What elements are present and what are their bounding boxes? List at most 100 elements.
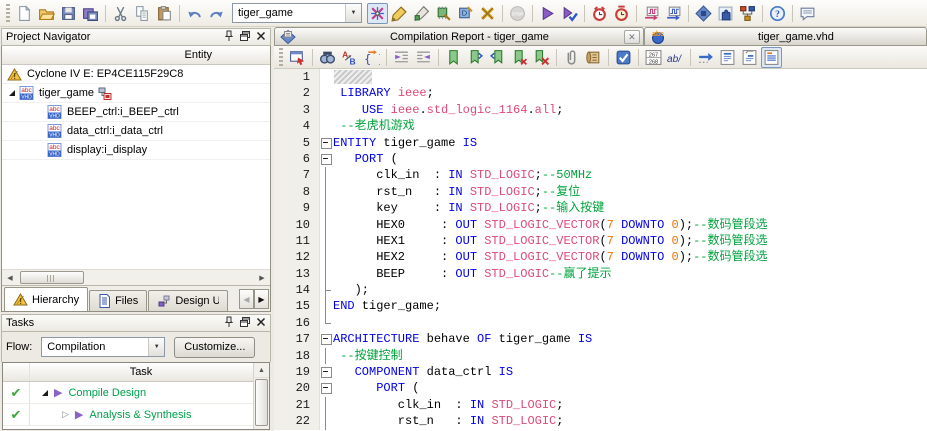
code-line-4[interactable]: 4 --老虎机游戏 (274, 118, 927, 135)
code-line-9[interactable]: 9 key : IN STD_LOGIC;--输入按键 (274, 200, 927, 217)
run-task-icon[interactable]: ▶ (54, 386, 62, 399)
timing-analyzer-button[interactable] (611, 3, 632, 24)
code-line-16[interactable]: 16 (274, 314, 927, 332)
tree-item-display-i-display[interactable]: abc VHD display:i_display (2, 141, 270, 160)
scroll-right-icon[interactable]: ▶ (254, 271, 270, 284)
tree-expander-icon[interactable] (9, 90, 15, 96)
code-editor[interactable]: 12 LIBRARY ieee; 3 USE ieee.std_logic_116… (274, 69, 927, 431)
tab-scroll-left-icon[interactable]: ◀ (239, 289, 254, 309)
navigator-hscrollbar[interactable]: ◀ ▶ (2, 269, 270, 285)
code-line-11[interactable]: 11 HEX1 : OUT STD_LOGIC_VECTOR(7 DOWNTO … (274, 232, 927, 250)
window-manager-button[interactable] (287, 47, 308, 68)
stop-processing-button[interactable]: STOP (507, 3, 528, 24)
bookmark-clear-all-button[interactable] (531, 47, 552, 68)
doc-tab-compilation-report-tiger-game[interactable]: Compilation Report - tiger_game ✕ (274, 27, 644, 46)
assignment-editor-button[interactable] (389, 3, 410, 24)
code-line-1[interactable]: 1 (274, 69, 927, 86)
find-button[interactable] (317, 47, 338, 68)
code-line-7[interactable]: 7 clk_in : IN STD_LOGIC;--50MHz (274, 167, 927, 185)
scroll-left-icon[interactable]: ◀ (2, 271, 18, 284)
code-line-6[interactable]: 6 PORT ( (274, 150, 927, 168)
goto-button[interactable] (695, 47, 716, 68)
pin-button[interactable] (222, 30, 236, 44)
tree-item-cyclone-iv-e-ep4ce115f29c8[interactable]: ! Cyclone IV E: EP4CE115F29C8 (2, 65, 270, 84)
task-row-analysis-synthesis[interactable]: ✔ ▷ ▶ Analysis & Synthesis (3, 404, 269, 426)
code-line-13[interactable]: 13 BEEP : OUT STD_LOGIC--赢了提示 (274, 265, 927, 283)
code-line-3[interactable]: 3 USE ieee.std_logic_1164.all; (274, 101, 927, 119)
task-row-compile-design[interactable]: ✔ ▶ Compile Design (3, 382, 269, 404)
code-fold-toggle-icon[interactable] (320, 364, 333, 380)
code-line-8[interactable]: 8 rst_n : IN STD_LOGIC;--复位 (274, 183, 927, 201)
view-full-button[interactable] (761, 46, 782, 68)
chip-editor-button[interactable] (433, 3, 454, 24)
code-line-21[interactable]: 21 clk_in : IN STD_LOGIC; (274, 396, 927, 414)
code-line-12[interactable]: 12 HEX2 : OUT STD_LOGIC_VECTOR(7 DOWNTO … (274, 249, 927, 267)
close-tab-button[interactable]: ✕ (623, 30, 640, 44)
code-line-19[interactable]: 19 COMPONENT data_ctrl IS (274, 364, 927, 381)
bookmark-previous-button[interactable] (487, 47, 508, 68)
chevron-down-icon[interactable]: ▼ (345, 4, 361, 22)
redo-button[interactable] (206, 3, 227, 24)
project-select[interactable]: tiger_game ▼ (232, 3, 362, 23)
simulation-waveform-button[interactable] (641, 3, 662, 24)
bookmark-toggle-button[interactable] (443, 47, 464, 68)
code-line-2[interactable]: 2 LIBRARY ieee; (274, 85, 927, 102)
new-file-button[interactable] (14, 3, 35, 24)
vector-waveform-button[interactable] (663, 3, 684, 24)
task-expander-icon[interactable] (42, 389, 48, 396)
save-project-button[interactable] (80, 3, 101, 24)
task-expander-icon[interactable]: ▷ (62, 409, 69, 420)
undo-button[interactable] (184, 3, 205, 24)
code-line-14[interactable]: 14 ); (274, 282, 927, 299)
flow-select[interactable]: Compilation ▼ (41, 337, 166, 357)
code-fold-toggle-icon[interactable] (320, 151, 333, 167)
code-fold-toggle-icon[interactable] (320, 135, 333, 151)
feedback-button[interactable] (797, 3, 818, 24)
netlist-viewer-button[interactable] (737, 3, 758, 24)
start-compilation-button[interactable] (537, 3, 558, 24)
tab-files[interactable]: Files (89, 290, 148, 311)
close-button[interactable] (254, 30, 268, 44)
paste-button[interactable] (154, 3, 175, 24)
customize-button[interactable]: Customize... (174, 336, 256, 358)
indent-button[interactable] (391, 47, 412, 68)
copy-button[interactable] (132, 3, 153, 24)
code-line-10[interactable]: 10 HEX0 : OUT STD_LOGIC_VECTOR(7 DOWNTO … (274, 216, 927, 234)
hscroll-thumb[interactable] (20, 271, 84, 284)
insert-template-button[interactable] (583, 47, 604, 68)
bookmark-next-button[interactable] (465, 47, 486, 68)
code-line-20[interactable]: 20 PORT ( (274, 380, 927, 397)
pin-planner-button[interactable] (411, 3, 432, 24)
code-fold-toggle-icon[interactable] (320, 380, 333, 396)
chevron-down-icon[interactable]: ▼ (148, 338, 165, 356)
open-file-button[interactable] (36, 3, 57, 24)
view-normal-button[interactable] (717, 47, 738, 68)
restore-button[interactable] (238, 30, 252, 44)
tab-hierarchy[interactable]: ! Hierarchy (4, 287, 89, 311)
chip-planner-button[interactable] (715, 3, 736, 24)
tree-item-tiger-game[interactable]: abc VHD tiger_game (2, 84, 270, 103)
doc-tab-tiger-game-vhd[interactable]: abc tiger_game.vhd (643, 27, 927, 46)
line-numbers-button[interactable]: 267 268 (643, 47, 664, 68)
code-line-22[interactable]: 22 rst_n : IN STD_LOGIC; (274, 413, 927, 430)
view-fold-button[interactable] (739, 47, 760, 68)
tab-design-units[interactable]: Design Units (148, 290, 229, 311)
code-line-18[interactable]: 18 --按键控制 (274, 347, 927, 365)
tab-scroll-right-icon[interactable]: ▶ (254, 289, 269, 309)
replace-button[interactable]: AB (339, 47, 360, 68)
code-fold-toggle-icon[interactable] (320, 331, 333, 347)
run-task-icon[interactable]: ▶ (75, 408, 83, 421)
restore-button[interactable] (238, 316, 252, 330)
tree-item-data-ctrl-i-data-ctrl[interactable]: abc VHD data_ctrl:i_data_ctrl (2, 122, 270, 141)
pin-button[interactable] (222, 316, 236, 330)
code-line-5[interactable]: 5 ENTITY tiger_game IS (274, 134, 927, 151)
vscroll-thumb[interactable] (255, 379, 268, 426)
settings-button[interactable] (367, 2, 388, 24)
programmer-button[interactable] (693, 3, 714, 24)
tree-item-beep-ctrl-i-beep-ctrl[interactable]: abc VHD BEEP_ctrl:i_BEEP_ctrl (2, 103, 270, 122)
analyze-file-button[interactable] (613, 47, 634, 68)
whitespace-button[interactable]: ab/ (665, 47, 686, 68)
unindent-button[interactable] (413, 47, 434, 68)
tasks-vscrollbar[interactable]: ▲ (253, 363, 269, 429)
design-partition-button[interactable]: D (455, 3, 476, 24)
